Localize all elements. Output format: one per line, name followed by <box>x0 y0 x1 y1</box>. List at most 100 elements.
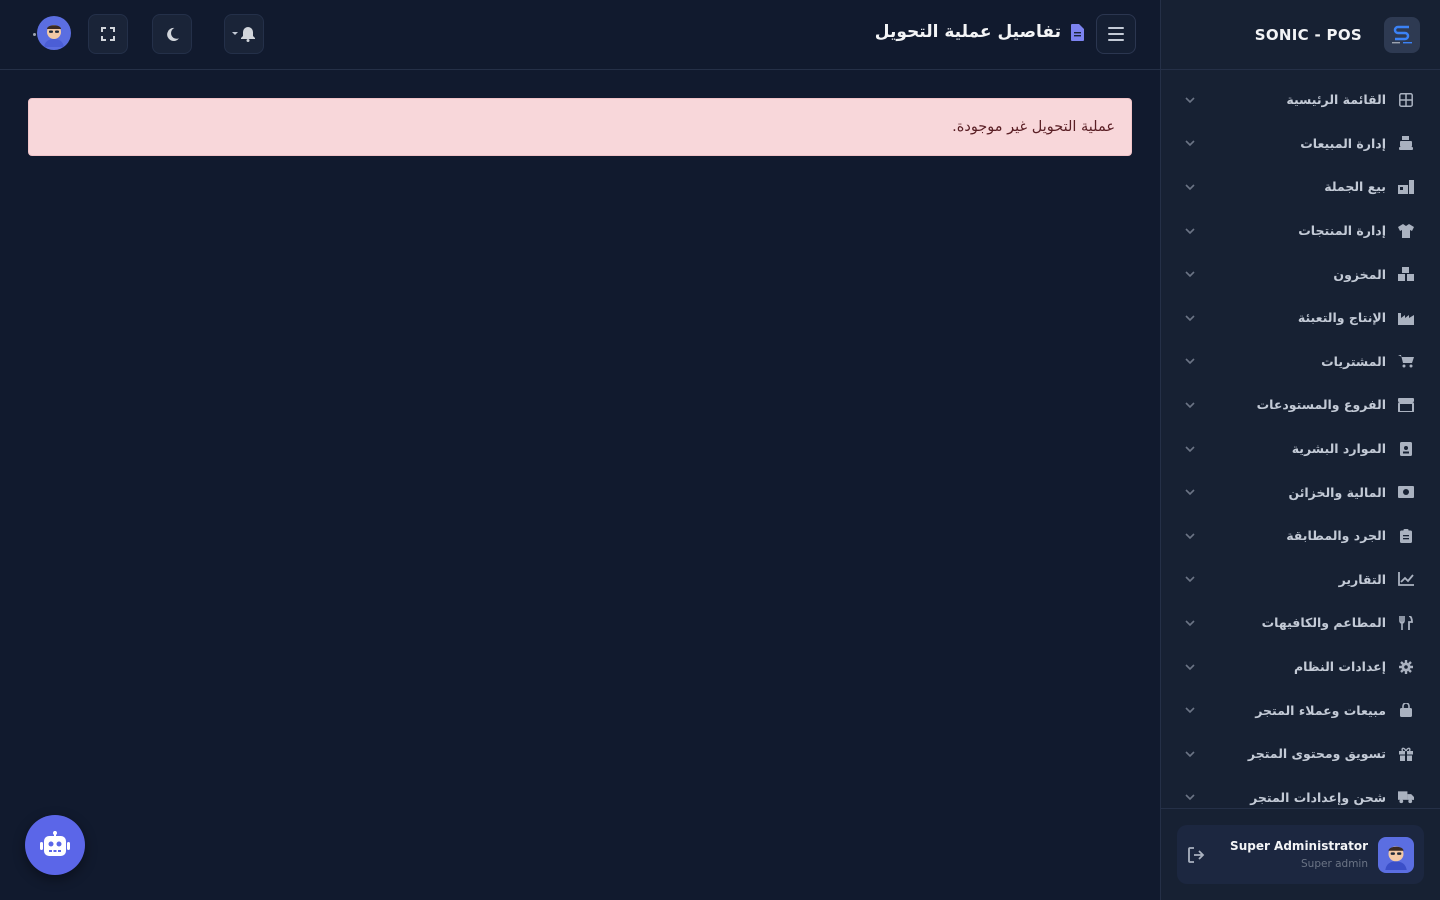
sidebar-item-label: المطاعم والكافيهات <box>1261 615 1386 631</box>
truck-icon <box>1398 789 1414 805</box>
user-role: Super admin <box>1301 858 1368 870</box>
page-title: تفاصيل عملية التحويل <box>874 22 1061 42</box>
chevron-down-icon <box>1185 97 1195 103</box>
brand-logo-icon <box>1384 16 1420 53</box>
sidebar: SONIC - POS القائمة الرئيسية إدارة المبي… <box>1160 0 1440 900</box>
id-badge-icon <box>1398 441 1414 457</box>
sidebar-item-store-sales[interactable]: مبيعات وعملاء المتجر <box>1160 688 1440 732</box>
shopping-bag-icon <box>1398 702 1414 718</box>
chevron-down-icon <box>1185 489 1195 496</box>
chevron-down-icon <box>1185 271 1195 278</box>
sidebar-item-purchases[interactable]: المشتريات <box>1160 340 1440 384</box>
gear-icon <box>1398 659 1414 675</box>
sidebar-item-label: المخزون <box>1333 266 1386 282</box>
sidebar-item-wholesale[interactable]: بيع الجملة <box>1160 165 1440 209</box>
chevron-down-icon <box>1185 751 1195 757</box>
logout-icon[interactable] <box>1187 846 1205 864</box>
user-avatar-button[interactable] <box>37 16 71 50</box>
sidebar-item-label: المشتريات <box>1321 353 1386 369</box>
sidebar-item-label: إدارة المبيعات <box>1300 135 1386 151</box>
notifications-button[interactable] <box>224 14 264 54</box>
chevron-down-icon <box>1185 533 1195 539</box>
chevron-down-icon <box>1185 140 1195 147</box>
sidebar-item-label: شحن وإعدادات المتجر <box>1250 789 1386 805</box>
file-icon <box>1071 23 1084 41</box>
user-card[interactable]: Super Administrator Super admin <box>1177 825 1424 884</box>
money-bill-icon <box>1398 484 1414 500</box>
sidebar-item-store-marketing[interactable]: تسويق ومحتوى المتجر <box>1160 732 1440 776</box>
sidebar-item-label: الإنتاج والتعبئة <box>1297 310 1386 326</box>
sidebar-item-label: مبيعات وعملاء المتجر <box>1255 702 1386 718</box>
chevron-down-icon <box>1185 445 1195 452</box>
sidebar-item-label: الجرد والمطابقة <box>1286 528 1386 544</box>
clipboard-icon <box>1398 528 1414 544</box>
shirt-icon <box>1398 223 1414 239</box>
sidebar-item-products[interactable]: إدارة المنتجات <box>1160 209 1440 253</box>
top-header: تفاصيل عملية التحويل <box>0 0 1160 70</box>
alert-message: عملية التحويل غير موجودة. <box>952 119 1115 135</box>
sidebar-item-stocktake[interactable]: الجرد والمطابقة <box>1160 514 1440 558</box>
status-dot <box>33 33 36 36</box>
sidebar-item-main-menu[interactable]: القائمة الرئيسية <box>1160 78 1440 122</box>
user-info: Super Administrator Super admin <box>1230 839 1368 870</box>
utensils-icon <box>1398 615 1414 631</box>
error-alert: عملية التحويل غير موجودة. <box>28 98 1132 156</box>
chevron-down-icon <box>1185 184 1195 191</box>
chart-line-icon <box>1398 571 1414 587</box>
sidebar-item-label: تسويق ومحتوى المتجر <box>1247 746 1386 762</box>
chevron-down-icon <box>1185 663 1195 670</box>
sidebar-item-label: المالية والخزائن <box>1288 484 1386 500</box>
expand-icon <box>101 27 115 41</box>
store-icon <box>1398 397 1414 413</box>
brand-header: SONIC - POS <box>1161 0 1440 70</box>
sidebar-item-production[interactable]: الإنتاج والتعبئة <box>1160 296 1440 340</box>
sidebar-toggle-button[interactable] <box>1096 14 1136 54</box>
user-avatar-icon <box>44 25 64 47</box>
chevron-down-icon <box>1185 620 1195 627</box>
boxes-icon <box>1398 266 1414 282</box>
chevron-down-icon <box>1185 707 1195 714</box>
cash-register-icon <box>1398 135 1414 151</box>
user-avatar-icon <box>1385 845 1407 870</box>
hamburger-icon <box>1108 27 1124 41</box>
user-name: Super Administrator <box>1230 839 1368 853</box>
gift-icon <box>1398 746 1414 762</box>
sidebar-item-label: القائمة الرئيسية <box>1286 92 1386 108</box>
brand-name: SONIC - POS <box>1254 25 1362 44</box>
warehouse-boxes-icon <box>1398 179 1414 195</box>
sidebar-item-sales[interactable]: إدارة المبيعات <box>1160 122 1440 166</box>
sidebar-footer: Super Administrator Super admin <box>1160 808 1440 900</box>
grid-icon <box>1398 92 1414 108</box>
ai-assistant-button[interactable] <box>25 815 85 875</box>
sidebar-item-label: إدارة المنتجات <box>1298 223 1386 239</box>
chevron-down-icon <box>1185 228 1195 234</box>
bell-icon <box>232 27 255 42</box>
sidebar-item-store-shipping[interactable]: شحن وإعدادات المتجر <box>1160 776 1440 811</box>
sidebar-item-label: بيع الجملة <box>1324 179 1386 195</box>
dark-mode-toggle[interactable] <box>152 14 192 54</box>
moon-icon <box>166 27 179 41</box>
cart-icon <box>1398 353 1414 369</box>
sidebar-item-label: الموارد البشرية <box>1291 441 1386 457</box>
robot-icon <box>40 831 70 856</box>
factory-icon <box>1398 310 1414 326</box>
user-avatar <box>1378 836 1414 873</box>
sidebar-item-label: الفروع والمستودعات <box>1256 397 1386 413</box>
chevron-down-icon <box>1185 402 1195 409</box>
sidebar-item-reports[interactable]: التقارير <box>1160 558 1440 602</box>
sidebar-item-inventory[interactable]: المخزون <box>1160 252 1440 296</box>
sidebar-item-branches[interactable]: الفروع والمستودعات <box>1160 383 1440 427</box>
chevron-down-icon <box>1185 794 1195 801</box>
chevron-down-icon <box>1185 358 1195 365</box>
page-title-group: تفاصيل عملية التحويل <box>875 22 1084 42</box>
sidebar-item-restaurants[interactable]: المطاعم والكافيهات <box>1160 601 1440 645</box>
sidebar-menu: القائمة الرئيسية إدارة المبيعات بيع الجم… <box>1160 78 1440 810</box>
chevron-down-icon <box>1185 576 1195 583</box>
fullscreen-button[interactable] <box>88 14 128 54</box>
sidebar-item-settings[interactable]: إعدادات النظام <box>1160 645 1440 689</box>
sidebar-item-label: إعدادات النظام <box>1293 659 1386 675</box>
sidebar-item-finance[interactable]: المالية والخزائن <box>1160 470 1440 514</box>
sidebar-item-hr[interactable]: الموارد البشرية <box>1160 427 1440 471</box>
chevron-down-icon <box>1185 315 1195 321</box>
sidebar-item-label: التقارير <box>1338 571 1386 587</box>
